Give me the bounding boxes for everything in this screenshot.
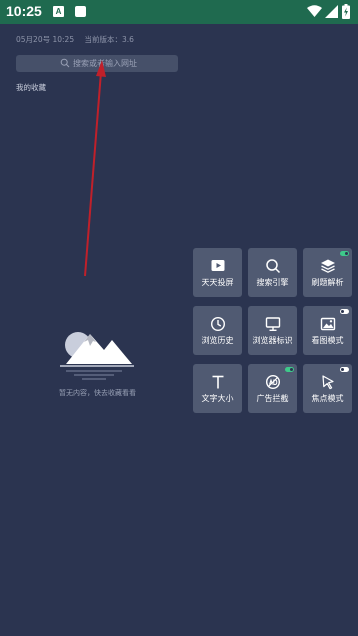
tile-label: 天天投屏 — [201, 278, 234, 287]
tile-text-size[interactable]: 文字大小 — [193, 364, 242, 413]
tile-user-agent[interactable]: 浏览器标识 — [248, 306, 297, 355]
empty-mountain-illustration — [60, 332, 134, 380]
tile-label: 刷题解析 — [311, 278, 344, 287]
tile-quiz-analysis[interactable]: 刷题解析 — [303, 248, 352, 297]
clock-icon — [210, 316, 225, 332]
text-size-icon — [212, 375, 223, 389]
tile-label: 浏览历史 — [201, 336, 234, 345]
search-icon — [265, 259, 280, 274]
tile-ad-block[interactable]: 广告拦截 — [248, 364, 297, 413]
tile-cast[interactable]: 天天投屏 — [193, 248, 242, 297]
tile-search-engine[interactable]: 搜索引擎 — [248, 248, 297, 297]
tile-label: 文字大小 — [201, 394, 234, 403]
monitor-icon — [265, 317, 280, 332]
tile-label: 焦点模式 — [311, 394, 344, 403]
tile-label: 看图模式 — [311, 336, 344, 345]
tile-label: 搜索引擎 — [256, 278, 289, 287]
tile-label: 浏览器标识 — [252, 336, 293, 345]
tile-label: 广告拦截 — [256, 394, 289, 403]
toggle-switch[interactable] — [285, 367, 294, 372]
layers-icon — [320, 259, 335, 273]
image-icon — [320, 317, 335, 331]
empty-state-text: 暂无内容，快去收藏看看 — [59, 389, 136, 397]
ad-block-icon — [265, 374, 280, 390]
toggle-switch[interactable] — [340, 251, 349, 256]
tile-image-mode[interactable]: 看图模式 — [303, 306, 352, 355]
tile-history[interactable]: 浏览历史 — [193, 306, 242, 355]
toggle-switch[interactable] — [340, 367, 349, 372]
tile-focus-mode[interactable]: 焦点模式 — [303, 364, 352, 413]
toggle-switch[interactable] — [340, 309, 349, 314]
cast-play-icon — [211, 260, 224, 271]
cursor-icon — [321, 375, 334, 390]
